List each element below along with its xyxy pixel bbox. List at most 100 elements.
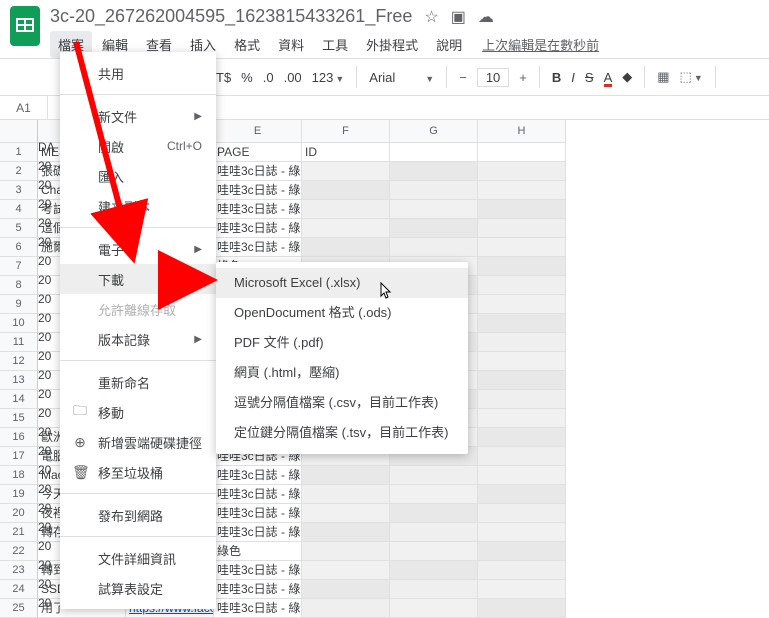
file-settings[interactable]: 試算表設定 — [60, 573, 216, 603]
format-currency[interactable]: T$ — [216, 70, 231, 85]
cell[interactable]: 哇哇3c日誌 - 綠色 — [214, 219, 302, 238]
download-csv[interactable]: 逗號分隔值檔案 (.csv，目前工作表) — [216, 388, 468, 418]
cell[interactable]: 哇哇3c日誌 - 綠色 — [214, 238, 302, 257]
row-header[interactable]: 7 — [0, 257, 38, 276]
format-percent[interactable]: % — [241, 70, 253, 85]
row-header[interactable]: 8 — [0, 276, 38, 295]
file-import[interactable]: 匯入 — [60, 161, 216, 191]
last-edit-link[interactable]: 上次編輯是在數秒前 — [482, 35, 599, 54]
cell[interactable] — [478, 352, 566, 371]
cell[interactable] — [390, 219, 478, 238]
menu-tools[interactable]: 工具 — [314, 31, 356, 58]
cell[interactable] — [478, 371, 566, 390]
cell[interactable] — [390, 200, 478, 219]
more-formats[interactable]: 123▼ — [312, 70, 345, 85]
row-header[interactable]: 3 — [0, 181, 38, 200]
cell[interactable] — [390, 143, 478, 162]
row-header[interactable]: 6 — [0, 238, 38, 257]
star-icon[interactable]: ☆ — [424, 7, 438, 27]
cell[interactable] — [302, 181, 390, 200]
cell[interactable] — [478, 466, 566, 485]
file-share[interactable]: 共用 — [60, 58, 216, 88]
col-header-E[interactable]: E — [214, 120, 302, 143]
cell[interactable] — [302, 542, 390, 561]
italic-button[interactable]: I — [571, 70, 575, 85]
row-header[interactable]: 12 — [0, 352, 38, 371]
cell[interactable] — [478, 257, 566, 276]
fillcolor-button[interactable]: ◆ — [622, 69, 632, 85]
cell[interactable] — [390, 580, 478, 599]
row-header[interactable]: 5 — [0, 219, 38, 238]
cloud-status-icon[interactable]: ☁ — [478, 7, 494, 27]
cell[interactable] — [478, 561, 566, 580]
cell[interactable] — [478, 162, 566, 181]
download-pdf[interactable]: PDF 文件 (.pdf) — [216, 328, 468, 358]
row-header[interactable]: 20 — [0, 504, 38, 523]
cell[interactable] — [302, 485, 390, 504]
cell[interactable] — [478, 580, 566, 599]
cell[interactable] — [478, 314, 566, 333]
cell[interactable] — [302, 162, 390, 181]
file-publish[interactable]: 發布到網路 — [60, 500, 216, 530]
cell[interactable] — [478, 428, 566, 447]
cell[interactable] — [478, 181, 566, 200]
cell[interactable] — [478, 485, 566, 504]
file-trash[interactable]: 🗑移至垃圾桶 — [60, 457, 216, 487]
cell[interactable]: PAGE — [214, 143, 302, 162]
merge-button[interactable]: ⬚▼ — [680, 69, 703, 85]
row-header[interactable]: 14 — [0, 390, 38, 409]
row-header[interactable]: 1 — [0, 143, 38, 162]
cell[interactable] — [478, 523, 566, 542]
menu-format[interactable]: 格式 — [226, 31, 268, 58]
cell[interactable] — [390, 181, 478, 200]
cell[interactable] — [478, 390, 566, 409]
fontsize-dec[interactable]: − — [459, 70, 467, 85]
cell[interactable]: 哇哇3c日誌 - 綠色 — [214, 561, 302, 580]
cell[interactable] — [390, 599, 478, 618]
file-move[interactable]: 🗀移動 — [60, 397, 216, 427]
file-make-copy[interactable]: 建立副本 — [60, 191, 216, 221]
cell[interactable] — [302, 238, 390, 257]
sheets-logo-icon[interactable] — [10, 6, 40, 46]
cell[interactable] — [478, 200, 566, 219]
name-box[interactable]: A1 — [0, 96, 48, 119]
cell[interactable]: ID — [302, 143, 390, 162]
file-download[interactable]: 下載▶ — [60, 264, 216, 294]
cell[interactable] — [390, 504, 478, 523]
row-header[interactable]: 15 — [0, 409, 38, 428]
row-header[interactable]: 21 — [0, 523, 38, 542]
move-folder-icon[interactable]: ▣ — [451, 7, 466, 27]
dec-decrease[interactable]: .0 — [263, 70, 274, 85]
cell[interactable] — [390, 238, 478, 257]
cell[interactable]: 哇哇3c日誌 - 綠色 — [214, 200, 302, 219]
file-email[interactable]: 電子⋯▶ — [60, 234, 216, 264]
cell[interactable] — [478, 542, 566, 561]
col-header-G[interactable]: G — [390, 120, 478, 143]
cell[interactable] — [390, 485, 478, 504]
cell[interactable]: 哇哇3c日誌 - 綠色 — [214, 485, 302, 504]
file-open[interactable]: 開啟Ctrl+O — [60, 131, 216, 161]
file-new[interactable]: 新文件▶ — [60, 101, 216, 131]
row-header[interactable]: 18 — [0, 466, 38, 485]
cell[interactable] — [390, 523, 478, 542]
cell[interactable] — [390, 466, 478, 485]
cell[interactable] — [302, 219, 390, 238]
cell[interactable] — [390, 162, 478, 181]
cell[interactable] — [302, 523, 390, 542]
cell[interactable]: 哇哇3c日誌 - 綠色 — [214, 523, 302, 542]
file-rename[interactable]: 重新命名 — [60, 367, 216, 397]
strike-button[interactable]: S — [585, 70, 594, 85]
cell[interactable]: 綠色 — [214, 542, 302, 561]
row-header[interactable]: 23 — [0, 561, 38, 580]
download-ods[interactable]: OpenDocument 格式 (.ods) — [216, 298, 468, 328]
cell[interactable] — [302, 504, 390, 523]
bold-button[interactable]: B — [552, 70, 561, 85]
row-header[interactable]: 13 — [0, 371, 38, 390]
row-header[interactable]: 9 — [0, 295, 38, 314]
cell[interactable]: 哇哇3c日誌 - 綠色 — [214, 181, 302, 200]
download-tsv[interactable]: 定位鍵分隔值檔案 (.tsv，目前工作表) — [216, 418, 468, 448]
cell[interactable] — [390, 561, 478, 580]
cell[interactable]: 哇哇3c日誌 - 綠色 — [214, 599, 302, 618]
menu-help[interactable]: 說明 — [428, 31, 470, 58]
download-html[interactable]: 網頁 (.html，壓縮) — [216, 358, 468, 388]
